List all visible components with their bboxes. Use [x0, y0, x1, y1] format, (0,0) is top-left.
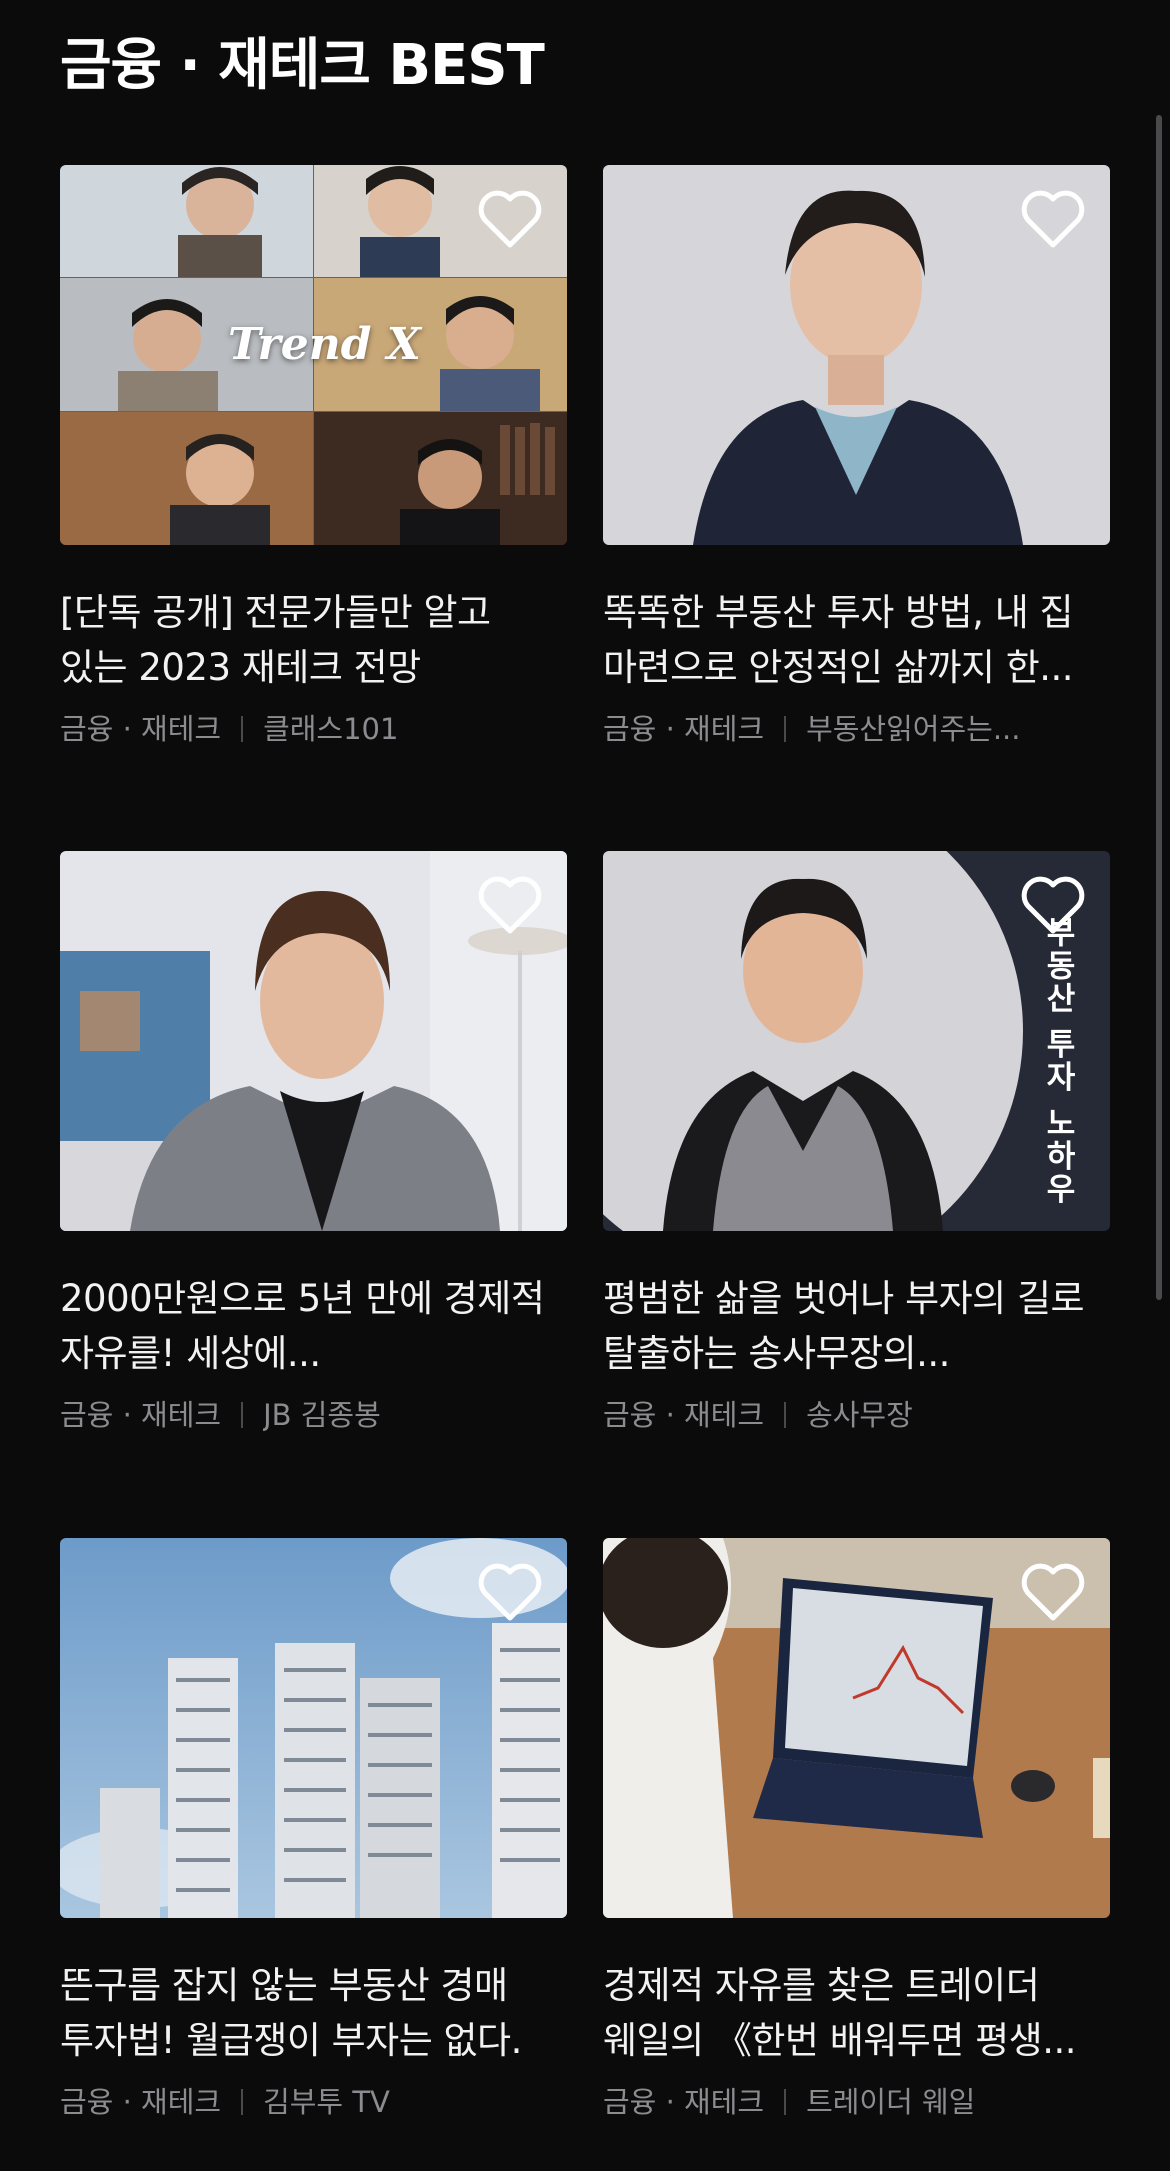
heart-outline-icon[interactable]	[477, 189, 543, 251]
meta-divider	[784, 2089, 787, 2115]
course-creator: 송사무장	[806, 1398, 913, 1432]
meta-divider	[241, 716, 244, 742]
course-creator: JB 김종봉	[263, 1398, 381, 1432]
course-category: 금융 · 재테크	[60, 2085, 222, 2119]
course-thumbnail[interactable]	[60, 1538, 567, 1918]
course-thumbnail[interactable]	[603, 1538, 1110, 1918]
course-creator: 클래스101	[263, 712, 399, 746]
meta-divider	[784, 1402, 787, 1428]
course-category: 금융 · 재테크	[603, 2085, 765, 2119]
course-meta: 금융 · 재테크 송사무장	[603, 1395, 1110, 1435]
course-card[interactable]: 부동산 투자 노하우 평범한 삶을 벗어나 부자의 길로 탈출하는 송사무장의.…	[603, 851, 1110, 1435]
course-category: 금융 · 재테크	[603, 712, 765, 746]
course-category: 금융 · 재테크	[60, 712, 222, 746]
course-category: 금융 · 재테크	[603, 1398, 765, 1432]
course-creator: 트레이더 웨일	[806, 2085, 976, 2119]
course-thumbnail[interactable]	[60, 851, 567, 1231]
course-meta: 금융 · 재테크 트레이더 웨일	[603, 2082, 1110, 2122]
course-title[interactable]: 2000만원으로 5년 만에 경제적 자유를! 세상에...	[60, 1271, 567, 1381]
course-creator: 김부투 TV	[263, 2085, 390, 2119]
course-meta: 금융 · 재테크 클래스101	[60, 709, 567, 749]
course-title[interactable]: 뜬구름 잡지 않는 부동산 경매 투자법! 월급쟁이 부자는 없다.	[60, 1958, 567, 2068]
course-overlay-label: 부동산 투자 노하우	[1039, 916, 1076, 1206]
heart-outline-icon[interactable]	[1020, 875, 1086, 937]
course-card[interactable]: 뜬구름 잡지 않는 부동산 경매 투자법! 월급쟁이 부자는 없다. 금융 · …	[60, 1538, 567, 2122]
course-category: 금융 · 재테크	[60, 1398, 222, 1432]
heart-outline-icon[interactable]	[477, 875, 543, 937]
trend-x-logo: Trend X	[228, 319, 421, 370]
course-thumbnail[interactable]	[603, 165, 1110, 545]
meta-divider	[241, 1402, 244, 1428]
course-card[interactable]: 경제적 자유를 찾은 트레이더 웨일의 《한번 배워두면 평생... 금융 · …	[603, 1538, 1110, 2122]
course-meta: 금융 · 재테크 부동산읽어주는...	[603, 709, 1110, 749]
heart-outline-icon[interactable]	[1020, 189, 1086, 251]
course-card[interactable]: 2000만원으로 5년 만에 경제적 자유를! 세상에... 금융 · 재테크 …	[60, 851, 567, 1435]
meta-divider	[784, 716, 787, 742]
course-creator: 부동산읽어주는...	[806, 712, 1021, 746]
section-title: 금융 · 재테크 BEST	[60, 33, 545, 98]
course-thumbnail[interactable]: Trend X	[60, 165, 567, 545]
course-meta: 금융 · 재테크 김부투 TV	[60, 2082, 567, 2122]
course-title[interactable]: 똑똑한 부동산 투자 방법, 내 집 마련으로 안정적인 삶까지 한...	[603, 585, 1110, 695]
heart-outline-icon[interactable]	[477, 1562, 543, 1624]
course-card[interactable]: Trend X [단독 공개] 전문가들만 알고 있는 2023 재테크 전망 …	[60, 165, 567, 749]
scrollbar[interactable]	[1156, 115, 1162, 1300]
course-meta: 금융 · 재테크 JB 김종봉	[60, 1395, 567, 1435]
course-title[interactable]: 경제적 자유를 찾은 트레이더 웨일의 《한번 배워두면 평생...	[603, 1958, 1110, 2068]
heart-outline-icon[interactable]	[1020, 1562, 1086, 1624]
course-title[interactable]: 평범한 삶을 벗어나 부자의 길로 탈출하는 송사무장의...	[603, 1271, 1110, 1381]
course-thumbnail[interactable]: 부동산 투자 노하우	[603, 851, 1110, 1231]
course-title[interactable]: [단독 공개] 전문가들만 알고 있는 2023 재테크 전망	[60, 585, 567, 695]
course-card[interactable]: 똑똑한 부동산 투자 방법, 내 집 마련으로 안정적인 삶까지 한... 금융…	[603, 165, 1110, 749]
meta-divider	[241, 2089, 244, 2115]
